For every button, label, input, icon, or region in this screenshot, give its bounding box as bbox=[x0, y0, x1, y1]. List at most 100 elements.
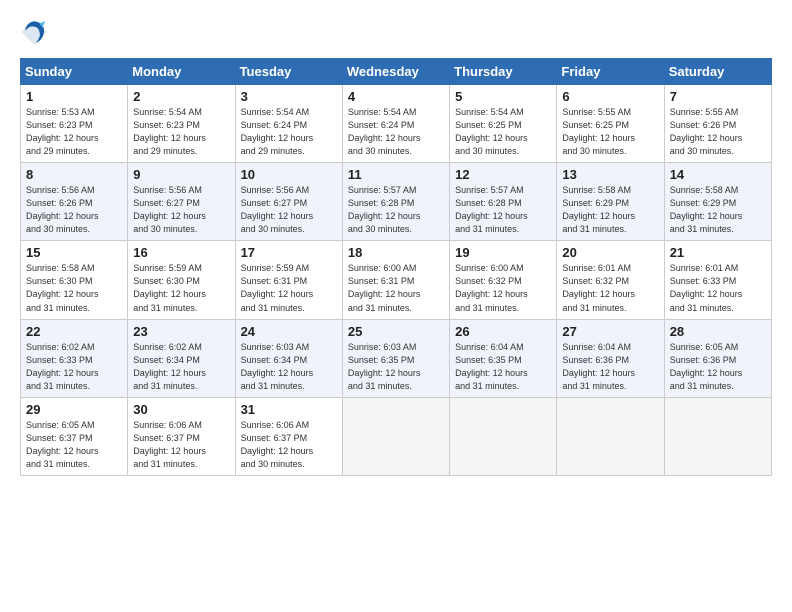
day-cell: 6 Sunrise: 5:55 AM Sunset: 6:25 PM Daylig… bbox=[557, 85, 664, 163]
day-cell: 11 Sunrise: 5:57 AM Sunset: 6:28 PM Dayli… bbox=[342, 163, 449, 241]
day-number: 17 bbox=[241, 245, 338, 260]
day-number: 31 bbox=[241, 402, 338, 417]
day-cell: 22 Sunrise: 6:02 AM Sunset: 6:33 PM Dayli… bbox=[21, 319, 128, 397]
day-cell: 31 Sunrise: 6:06 AM Sunset: 6:37 PM Dayli… bbox=[235, 397, 342, 475]
logo-icon bbox=[20, 18, 48, 46]
week-row-3: 15Sunrise: 5:58 AM Sunset: 6:30 PM Dayli… bbox=[21, 241, 772, 319]
day-number: 8 bbox=[26, 167, 123, 182]
day-cell: 10 Sunrise: 5:56 AM Sunset: 6:27 PM Dayli… bbox=[235, 163, 342, 241]
day-info: Sunrise: 6:03 AM Sunset: 6:34 PM Dayligh… bbox=[241, 341, 338, 393]
day-cell: 4 Sunrise: 5:54 AM Sunset: 6:24 PM Daylig… bbox=[342, 85, 449, 163]
day-cell: 7Sunrise: 5:55 AM Sunset: 6:26 PM Daylig… bbox=[664, 85, 771, 163]
day-cell: 18Sunrise: 6:00 AM Sunset: 6:31 PM Dayli… bbox=[342, 241, 449, 319]
day-cell: 30 Sunrise: 6:06 AM Sunset: 6:37 PM Dayli… bbox=[128, 397, 235, 475]
day-number: 30 bbox=[133, 402, 230, 417]
day-info: Sunrise: 5:56 AM Sunset: 6:27 PM Dayligh… bbox=[241, 184, 338, 236]
day-number: 27 bbox=[562, 324, 659, 339]
day-number: 12 bbox=[455, 167, 552, 182]
day-cell: 27Sunrise: 6:04 AM Sunset: 6:36 PM Dayli… bbox=[557, 319, 664, 397]
day-cell bbox=[557, 397, 664, 475]
day-number: 16 bbox=[133, 245, 230, 260]
weekday-friday: Friday bbox=[557, 59, 664, 85]
day-cell: 20Sunrise: 6:01 AM Sunset: 6:32 PM Dayli… bbox=[557, 241, 664, 319]
header bbox=[20, 18, 772, 46]
day-cell: 3 Sunrise: 5:54 AM Sunset: 6:24 PM Daylig… bbox=[235, 85, 342, 163]
day-info: Sunrise: 5:58 AM Sunset: 6:29 PM Dayligh… bbox=[562, 184, 659, 236]
day-number: 25 bbox=[348, 324, 445, 339]
day-cell: 9 Sunrise: 5:56 AM Sunset: 6:27 PM Daylig… bbox=[128, 163, 235, 241]
day-cell: 14 Sunrise: 5:58 AM Sunset: 6:29 PM Dayli… bbox=[664, 163, 771, 241]
day-info: Sunrise: 5:58 AM Sunset: 6:29 PM Dayligh… bbox=[670, 184, 767, 236]
day-cell: 15Sunrise: 5:58 AM Sunset: 6:30 PM Dayli… bbox=[21, 241, 128, 319]
week-row-1: 1 Sunrise: 5:53 AM Sunset: 6:23 PM Daylig… bbox=[21, 85, 772, 163]
day-info: Sunrise: 5:55 AM Sunset: 6:26 PM Dayligh… bbox=[670, 106, 767, 158]
day-number: 11 bbox=[348, 167, 445, 182]
day-cell: 28Sunrise: 6:05 AM Sunset: 6:36 PM Dayli… bbox=[664, 319, 771, 397]
day-number: 21 bbox=[670, 245, 767, 260]
day-number: 29 bbox=[26, 402, 123, 417]
weekday-saturday: Saturday bbox=[664, 59, 771, 85]
day-number: 22 bbox=[26, 324, 123, 339]
day-info: Sunrise: 6:01 AM Sunset: 6:33 PM Dayligh… bbox=[670, 262, 767, 314]
day-info: Sunrise: 5:59 AM Sunset: 6:30 PM Dayligh… bbox=[133, 262, 230, 314]
week-row-5: 29 Sunrise: 6:05 AM Sunset: 6:37 PM Dayli… bbox=[21, 397, 772, 475]
day-number: 23 bbox=[133, 324, 230, 339]
day-info: Sunrise: 5:54 AM Sunset: 6:23 PM Dayligh… bbox=[133, 106, 230, 158]
day-cell bbox=[342, 397, 449, 475]
day-cell: 13 Sunrise: 5:58 AM Sunset: 6:29 PM Dayli… bbox=[557, 163, 664, 241]
day-number: 19 bbox=[455, 245, 552, 260]
day-number: 10 bbox=[241, 167, 338, 182]
day-cell: 25 Sunrise: 6:03 AM Sunset: 6:35 PM Dayli… bbox=[342, 319, 449, 397]
day-info: Sunrise: 6:04 AM Sunset: 6:35 PM Dayligh… bbox=[455, 341, 552, 393]
day-number: 26 bbox=[455, 324, 552, 339]
day-info: Sunrise: 5:54 AM Sunset: 6:25 PM Dayligh… bbox=[455, 106, 552, 158]
day-info: Sunrise: 5:58 AM Sunset: 6:30 PM Dayligh… bbox=[26, 262, 123, 314]
day-number: 24 bbox=[241, 324, 338, 339]
day-info: Sunrise: 5:59 AM Sunset: 6:31 PM Dayligh… bbox=[241, 262, 338, 314]
day-info: Sunrise: 5:56 AM Sunset: 6:27 PM Dayligh… bbox=[133, 184, 230, 236]
day-info: Sunrise: 6:02 AM Sunset: 6:33 PM Dayligh… bbox=[26, 341, 123, 393]
day-info: Sunrise: 5:54 AM Sunset: 6:24 PM Dayligh… bbox=[348, 106, 445, 158]
day-cell: 21 Sunrise: 6:01 AM Sunset: 6:33 PM Dayli… bbox=[664, 241, 771, 319]
weekday-sunday: Sunday bbox=[21, 59, 128, 85]
day-cell: 24 Sunrise: 6:03 AM Sunset: 6:34 PM Dayli… bbox=[235, 319, 342, 397]
page: SundayMondayTuesdayWednesdayThursdayFrid… bbox=[0, 0, 792, 486]
day-number: 6 bbox=[562, 89, 659, 104]
day-number: 1 bbox=[26, 89, 123, 104]
day-info: Sunrise: 5:55 AM Sunset: 6:25 PM Dayligh… bbox=[562, 106, 659, 158]
day-cell: 29 Sunrise: 6:05 AM Sunset: 6:37 PM Dayli… bbox=[21, 397, 128, 475]
day-number: 14 bbox=[670, 167, 767, 182]
day-number: 3 bbox=[241, 89, 338, 104]
day-info: Sunrise: 6:03 AM Sunset: 6:35 PM Dayligh… bbox=[348, 341, 445, 393]
day-number: 13 bbox=[562, 167, 659, 182]
day-cell: 5Sunrise: 5:54 AM Sunset: 6:25 PM Daylig… bbox=[450, 85, 557, 163]
day-cell: 16 Sunrise: 5:59 AM Sunset: 6:30 PM Dayli… bbox=[128, 241, 235, 319]
day-number: 9 bbox=[133, 167, 230, 182]
day-cell: 1 Sunrise: 5:53 AM Sunset: 6:23 PM Daylig… bbox=[21, 85, 128, 163]
day-info: Sunrise: 5:54 AM Sunset: 6:24 PM Dayligh… bbox=[241, 106, 338, 158]
day-number: 4 bbox=[348, 89, 445, 104]
day-info: Sunrise: 6:05 AM Sunset: 6:37 PM Dayligh… bbox=[26, 419, 123, 471]
day-cell: 17 Sunrise: 5:59 AM Sunset: 6:31 PM Dayli… bbox=[235, 241, 342, 319]
day-info: Sunrise: 6:00 AM Sunset: 6:32 PM Dayligh… bbox=[455, 262, 552, 314]
day-info: Sunrise: 6:05 AM Sunset: 6:36 PM Dayligh… bbox=[670, 341, 767, 393]
week-row-4: 22 Sunrise: 6:02 AM Sunset: 6:33 PM Dayli… bbox=[21, 319, 772, 397]
weekday-tuesday: Tuesday bbox=[235, 59, 342, 85]
day-cell: 12 Sunrise: 5:57 AM Sunset: 6:28 PM Dayli… bbox=[450, 163, 557, 241]
day-cell: 26 Sunrise: 6:04 AM Sunset: 6:35 PM Dayli… bbox=[450, 319, 557, 397]
day-info: Sunrise: 5:57 AM Sunset: 6:28 PM Dayligh… bbox=[455, 184, 552, 236]
weekday-header-row: SundayMondayTuesdayWednesdayThursdayFrid… bbox=[21, 59, 772, 85]
day-info: Sunrise: 6:06 AM Sunset: 6:37 PM Dayligh… bbox=[133, 419, 230, 471]
weekday-monday: Monday bbox=[128, 59, 235, 85]
day-info: Sunrise: 5:57 AM Sunset: 6:28 PM Dayligh… bbox=[348, 184, 445, 236]
day-cell: 2Sunrise: 5:54 AM Sunset: 6:23 PM Daylig… bbox=[128, 85, 235, 163]
day-cell bbox=[450, 397, 557, 475]
day-info: Sunrise: 6:06 AM Sunset: 6:37 PM Dayligh… bbox=[241, 419, 338, 471]
weekday-thursday: Thursday bbox=[450, 59, 557, 85]
day-cell: 19 Sunrise: 6:00 AM Sunset: 6:32 PM Dayli… bbox=[450, 241, 557, 319]
day-info: Sunrise: 6:01 AM Sunset: 6:32 PM Dayligh… bbox=[562, 262, 659, 314]
day-cell: 23Sunrise: 6:02 AM Sunset: 6:34 PM Dayli… bbox=[128, 319, 235, 397]
day-info: Sunrise: 5:53 AM Sunset: 6:23 PM Dayligh… bbox=[26, 106, 123, 158]
logo bbox=[20, 18, 50, 46]
day-cell bbox=[664, 397, 771, 475]
